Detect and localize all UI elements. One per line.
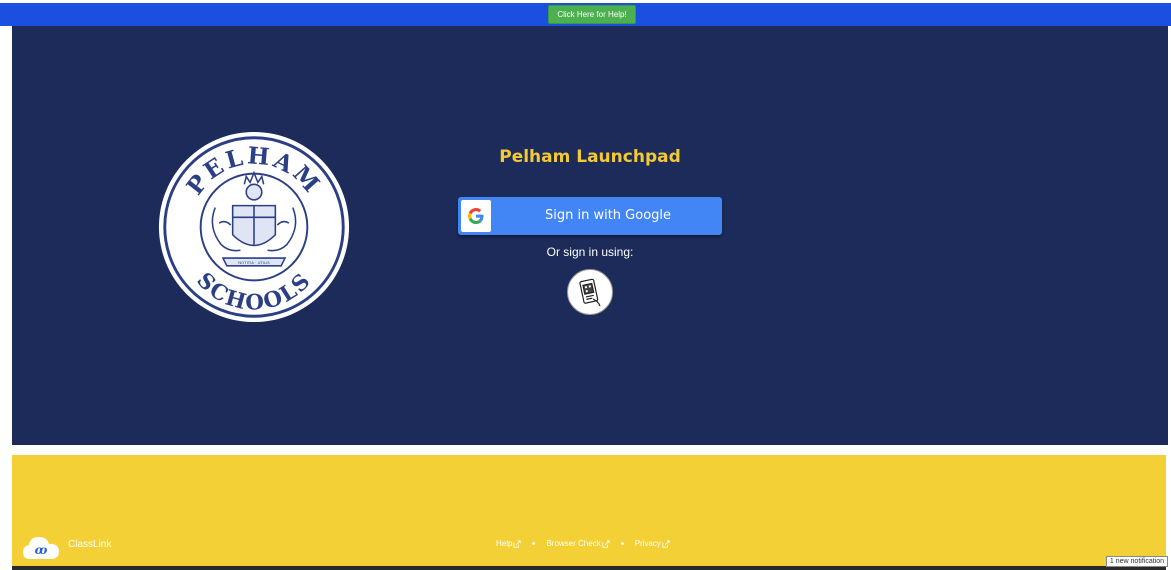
help-button[interactable]: Click Here for Help! [548,5,636,24]
footer-link-browser-check[interactable]: Browser Check [546,539,610,548]
footer-link-help[interactable]: Help [496,539,522,548]
svg-text:ꝏ: ꝏ [35,543,48,557]
footer-link-privacy[interactable]: Privacy [635,539,670,548]
link-separator [532,542,536,545]
notification-tooltip: 1 new notification [1105,556,1168,567]
classlink-cloud-icon: ꝏ [23,537,59,559]
footer-links: Help Browser Check Privacy [496,539,670,548]
footer-link-help-label: Help [496,539,513,548]
login-panel: PELHAM SCHOOLS NOTITIA · UTILIS Pelham L… [12,26,1168,445]
footer-link-browser-check-label: Browser Check [546,539,601,548]
sign-in-google-label: Sign in with Google [544,208,672,223]
classlink-brand[interactable]: ClassLink [68,539,111,550]
external-link-icon [602,539,610,548]
footer: ꝏ ClassLink Help Browser Check Privacy [12,455,1166,567]
alt-sign-in-label: Or sign in using: [546,245,634,259]
external-link-icon [662,539,670,548]
google-icon [461,200,491,232]
section-divider [0,445,1171,455]
svg-text:NOTITIA · UTILIS: NOTITIA · UTILIS [238,260,270,265]
page-title: Pelham Launchpad [499,147,681,167]
bottom-edge [12,566,1166,570]
external-link-icon [513,539,522,548]
qr-code-sign-in-button[interactable] [567,269,613,315]
top-help-bar: Click Here for Help! [0,3,1171,26]
sign-in-google-button[interactable]: Sign in with Google [458,197,722,235]
qr-badge-icon [579,278,601,307]
link-separator [620,542,624,545]
footer-link-privacy-label: Privacy [634,539,661,548]
school-seal-logo: PELHAM SCHOOLS NOTITIA · UTILIS [158,131,350,323]
